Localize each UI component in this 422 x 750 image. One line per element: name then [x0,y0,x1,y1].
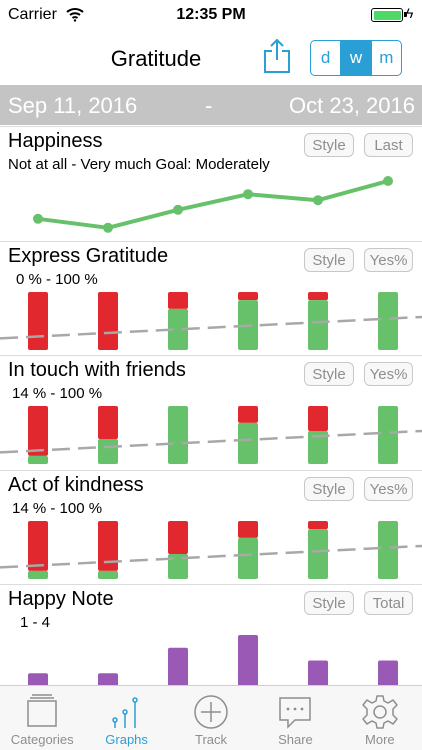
graphs-icon [111,697,138,728]
data-point [103,222,113,233]
categories-icon [27,694,57,727]
bar-yes [28,570,48,579]
bar-no [28,406,48,456]
bar [238,635,258,685]
style-button[interactable]: Style [304,248,354,272]
bar-yes [98,570,118,579]
section-subtitle: 1 - 4 [20,614,51,631]
segment-month[interactable]: m [372,41,401,75]
battery-icon [371,8,407,22]
trend-line [0,315,422,340]
bar-no [238,406,258,423]
data-point [383,176,393,186]
bar-yes [238,537,258,579]
share-icon[interactable] [262,38,292,74]
bar [98,673,118,685]
bar-no [168,292,188,309]
section-subtitle: Not at all - Very much Goal: Moderately [8,156,270,173]
bar-yes [378,521,398,579]
bar-yes [378,292,398,350]
bar-no [98,521,118,571]
bar-yes [168,406,188,464]
mode-button[interactable]: Total [364,591,413,615]
charging-icon: ϟ [406,5,414,21]
style-button[interactable]: Style [304,591,354,615]
bar-no [28,521,48,571]
segment-day[interactable]: d [311,41,342,75]
bar-no [308,292,328,301]
date-range-bar[interactable]: Sep 11, 2016 - Oct 23, 2016 [0,85,422,125]
tab-label: Share [278,732,313,747]
bar-yes [308,529,328,579]
status-bar: Carrier 12:35 PM ϟ [0,0,422,30]
tab-share[interactable]: Share [253,686,337,750]
trend-line [0,429,422,454]
bar-no [98,292,118,350]
section-subtitle: 14 % - 100 % [12,385,103,402]
graph-section-act-of-kindness[interactable]: Act of kindness 14 % - 100 % Style Yes% [0,470,422,584]
style-button[interactable]: Style [304,477,354,501]
bar [308,660,328,685]
nav-bar: Gratitude d w m [0,30,422,85]
bar-no [238,292,258,301]
bar-yes [28,455,48,464]
tab-track[interactable]: Track [169,686,253,750]
graph-section-happy-note[interactable]: Happy Note 1 - 4 Style Total [0,584,422,685]
trend-line [0,544,422,569]
gear-icon [362,695,398,729]
date-end[interactable]: Oct 23, 2016 [289,93,415,119]
date-start[interactable]: Sep 11, 2016 [8,93,137,119]
plus-circle-icon [194,695,228,729]
data-point [33,213,43,224]
data-point [173,204,183,215]
series-line [37,179,389,230]
tab-label: More [365,732,395,747]
tab-label: Categories [10,732,74,747]
section-title: Act of kindness [8,474,144,496]
bar-no [98,406,118,440]
section-title: Happy Note [8,588,114,610]
data-point [243,189,253,200]
segment-week[interactable]: w [341,41,372,75]
section-subtitle: 14 % - 100 % [12,500,103,517]
bar-no [238,521,258,538]
mode-button[interactable]: Yes% [364,477,413,501]
bar-no [28,292,48,350]
status-time: 12:35 PM [176,6,246,23]
style-button[interactable]: Style [304,362,354,386]
bar-yes [238,422,258,464]
graph-section-express-gratitude[interactable]: Express Gratitude 0 % - 100 % Style Yes% [0,241,422,355]
tab-more[interactable]: More [338,686,422,750]
bar [168,647,188,685]
data-point [313,195,323,206]
tab-graphs[interactable]: Graphs [84,686,168,750]
mode-button[interactable]: Yes% [364,248,413,272]
section-subtitle: 0 % - 100 % [16,271,98,288]
battery-level [373,10,401,20]
section-title: In touch with friends [8,359,186,381]
bar [378,660,398,685]
tab-label: Track [195,732,228,747]
tab-label: Graphs [105,732,148,747]
chat-bubble-icon [279,697,312,729]
bar-no [168,521,188,555]
style-button[interactable]: Style [304,133,354,157]
tab-bar: Categories Graphs Track Share More [0,685,422,750]
bar-yes [98,439,118,464]
date-separator: - [205,93,213,118]
bar-no [308,406,328,431]
mode-button[interactable]: Last [364,133,413,157]
tab-categories[interactable]: Categories [0,686,84,750]
bar-yes [308,300,328,350]
bar [28,673,48,685]
graph-section-happiness[interactable]: Happiness Not at all - Very much Goal: M… [0,126,422,241]
graph-section-in-touch-with-friends[interactable]: In touch with friends 14 % - 100 % Style… [0,355,422,470]
mode-button[interactable]: Yes% [364,362,413,386]
bar-no [308,521,328,530]
section-title: Happiness [8,130,103,152]
section-title: Express Gratitude [8,245,169,267]
bar-yes [378,406,398,464]
period-segmented-control[interactable]: d w m [310,40,402,76]
